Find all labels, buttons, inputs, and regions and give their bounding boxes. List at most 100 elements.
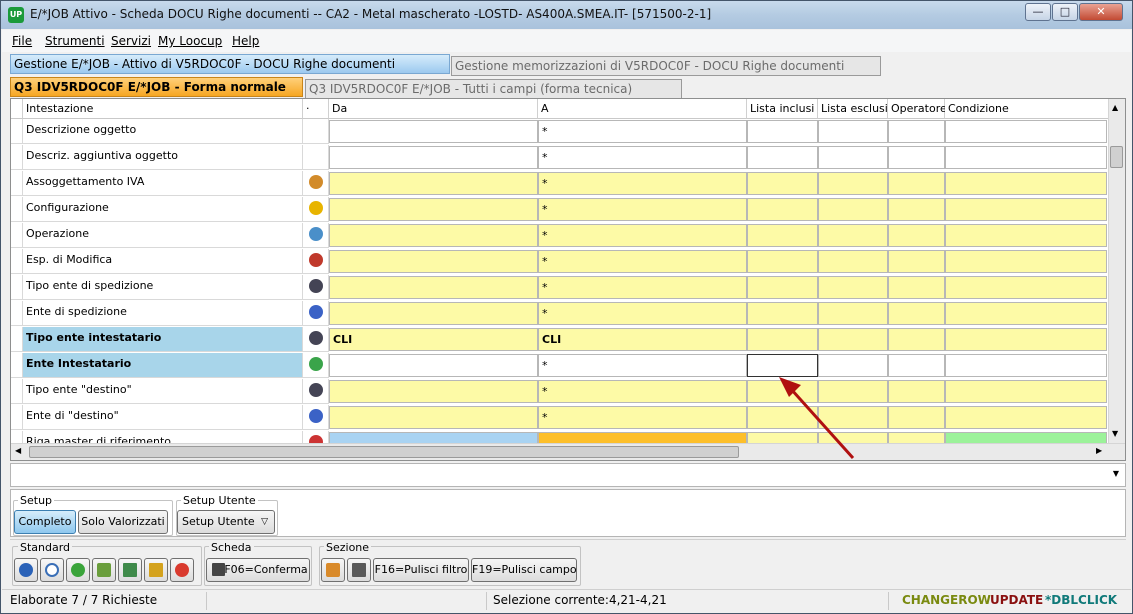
condizione-input[interactable] xyxy=(945,250,1107,273)
da-input[interactable] xyxy=(329,276,538,299)
condizione-input[interactable] xyxy=(945,302,1107,325)
lista-inclusi-input[interactable] xyxy=(747,276,818,299)
menu-strumenti[interactable]: Strumenti xyxy=(45,34,105,48)
a-input[interactable]: CLI xyxy=(538,328,747,351)
minimize-button[interactable]: — xyxy=(1025,3,1051,21)
da-input[interactable] xyxy=(329,354,538,377)
operatore-input[interactable] xyxy=(888,276,945,299)
operatore-input[interactable] xyxy=(888,250,945,273)
lista-inclusi-input[interactable] xyxy=(747,224,818,247)
help-button[interactable] xyxy=(14,558,38,582)
row-selector[interactable] xyxy=(11,145,23,170)
operatore-input[interactable] xyxy=(888,328,945,351)
lista-esclusi-input[interactable] xyxy=(818,276,888,299)
section-edit-button[interactable] xyxy=(321,558,345,582)
row-selector[interactable] xyxy=(11,327,23,352)
edit-button[interactable] xyxy=(144,558,168,582)
menu-servizi[interactable]: Servizi xyxy=(111,34,151,48)
row-selector[interactable] xyxy=(11,249,23,274)
search-button[interactable] xyxy=(40,558,64,582)
pulisci-filtro-button[interactable]: F16=Pulisci filtro xyxy=(373,558,469,582)
condizione-input[interactable] xyxy=(945,172,1107,195)
header-condizione[interactable]: Condizione xyxy=(945,99,1109,119)
horizontal-scroll-thumb[interactable] xyxy=(29,446,739,458)
save-button[interactable] xyxy=(118,558,142,582)
da-input[interactable] xyxy=(329,198,538,221)
lista-inclusi-input[interactable] xyxy=(747,328,818,351)
row-selector[interactable] xyxy=(11,301,23,326)
tab-gestione-attivo[interactable]: Gestione E/*JOB - Attivo di V5RDOC0F - D… xyxy=(10,54,450,74)
lista-inclusi-input[interactable] xyxy=(747,146,818,169)
da-input[interactable] xyxy=(329,380,538,403)
lista-esclusi-input[interactable] xyxy=(818,146,888,169)
row-selector[interactable] xyxy=(11,223,23,248)
title-bar[interactable]: UP E/*JOB Attivo - Scheda DOCU Righe doc… xyxy=(1,1,1132,29)
solo-valorizzati-button[interactable]: Solo Valorizzati xyxy=(78,510,168,534)
da-input[interactable] xyxy=(329,406,538,429)
setup-utente-select[interactable]: Setup Utente ▽ xyxy=(177,510,275,534)
operatore-input[interactable] xyxy=(888,224,945,247)
lista-esclusi-input[interactable] xyxy=(818,172,888,195)
lista-esclusi-input[interactable] xyxy=(818,250,888,273)
condizione-input[interactable] xyxy=(945,146,1107,169)
tab-forma-normale[interactable]: Q3 IDV5RDOC0F E/*JOB - Forma normale xyxy=(10,77,303,97)
cancel-button[interactable] xyxy=(170,558,194,582)
scroll-right-icon[interactable]: ▶ xyxy=(1096,446,1102,455)
refresh-button[interactable] xyxy=(66,558,90,582)
vertical-scrollbar[interactable]: ▲ ▼ xyxy=(1108,99,1125,444)
horizontal-scrollbar[interactable]: ◀ ▶ xyxy=(11,443,1125,460)
operatore-input[interactable] xyxy=(888,380,945,403)
a-input[interactable]: * xyxy=(538,172,747,195)
lista-inclusi-input[interactable] xyxy=(747,172,818,195)
condizione-input[interactable] xyxy=(945,354,1107,377)
row-selector[interactable] xyxy=(11,353,23,378)
vertical-scroll-thumb[interactable] xyxy=(1110,146,1123,168)
back-button[interactable] xyxy=(92,558,116,582)
row-selector[interactable] xyxy=(11,379,23,404)
operatore-input[interactable] xyxy=(888,198,945,221)
maximize-button[interactable]: □ xyxy=(1052,3,1078,21)
a-input[interactable]: * xyxy=(538,146,747,169)
lista-esclusi-input[interactable] xyxy=(818,328,888,351)
operatore-input[interactable] xyxy=(888,120,945,143)
da-input[interactable] xyxy=(329,146,538,169)
lista-esclusi-input[interactable] xyxy=(818,120,888,143)
row-selector[interactable] xyxy=(11,275,23,300)
operatore-input[interactable] xyxy=(888,406,945,429)
condizione-input[interactable] xyxy=(945,276,1107,299)
da-input[interactable] xyxy=(329,120,538,143)
condizione-input[interactable] xyxy=(945,380,1107,403)
a-input[interactable]: * xyxy=(538,250,747,273)
completo-button[interactable]: Completo xyxy=(14,510,76,534)
menu-my-loocup[interactable]: My Loocup xyxy=(158,34,222,48)
row-selector[interactable] xyxy=(11,405,23,430)
row-selector[interactable] xyxy=(11,197,23,222)
pulisci-campo-button[interactable]: F19=Pulisci campo xyxy=(471,558,577,582)
condizione-input[interactable] xyxy=(945,406,1107,429)
close-button[interactable]: ✕ xyxy=(1079,3,1123,21)
menu-help[interactable]: Help xyxy=(232,34,259,48)
operatore-input[interactable] xyxy=(888,302,945,325)
section-select-button[interactable] xyxy=(347,558,371,582)
da-input[interactable]: CLI xyxy=(329,328,538,351)
da-input[interactable] xyxy=(329,250,538,273)
tab-tutti-i-campi[interactable]: Q3 IDV5RDOC0F E/*JOB - Tutti i campi (fo… xyxy=(305,79,682,99)
row-selector[interactable] xyxy=(11,119,23,144)
lista-esclusi-input[interactable] xyxy=(818,198,888,221)
condizione-input[interactable] xyxy=(945,328,1107,351)
da-input[interactable] xyxy=(329,172,538,195)
operatore-input[interactable] xyxy=(888,354,945,377)
da-input[interactable] xyxy=(329,302,538,325)
condizione-input[interactable] xyxy=(945,198,1107,221)
chevron-down-icon[interactable]: ▼ xyxy=(1113,469,1119,478)
tab-gestione-memorizzazioni[interactable]: Gestione memorizzazioni di V5RDOC0F - DO… xyxy=(451,56,881,76)
a-input[interactable]: * xyxy=(538,380,747,403)
filter-dropdown[interactable]: ▼ xyxy=(10,463,1126,487)
lista-esclusi-input[interactable] xyxy=(818,302,888,325)
scroll-down-icon[interactable]: ▼ xyxy=(1112,429,1118,438)
scroll-left-icon[interactable]: ◀ xyxy=(15,446,21,455)
condizione-input[interactable] xyxy=(945,224,1107,247)
header-da[interactable]: Da xyxy=(329,99,538,119)
lista-inclusi-input[interactable] xyxy=(747,250,818,273)
menu-file[interactable]: File xyxy=(12,34,32,48)
